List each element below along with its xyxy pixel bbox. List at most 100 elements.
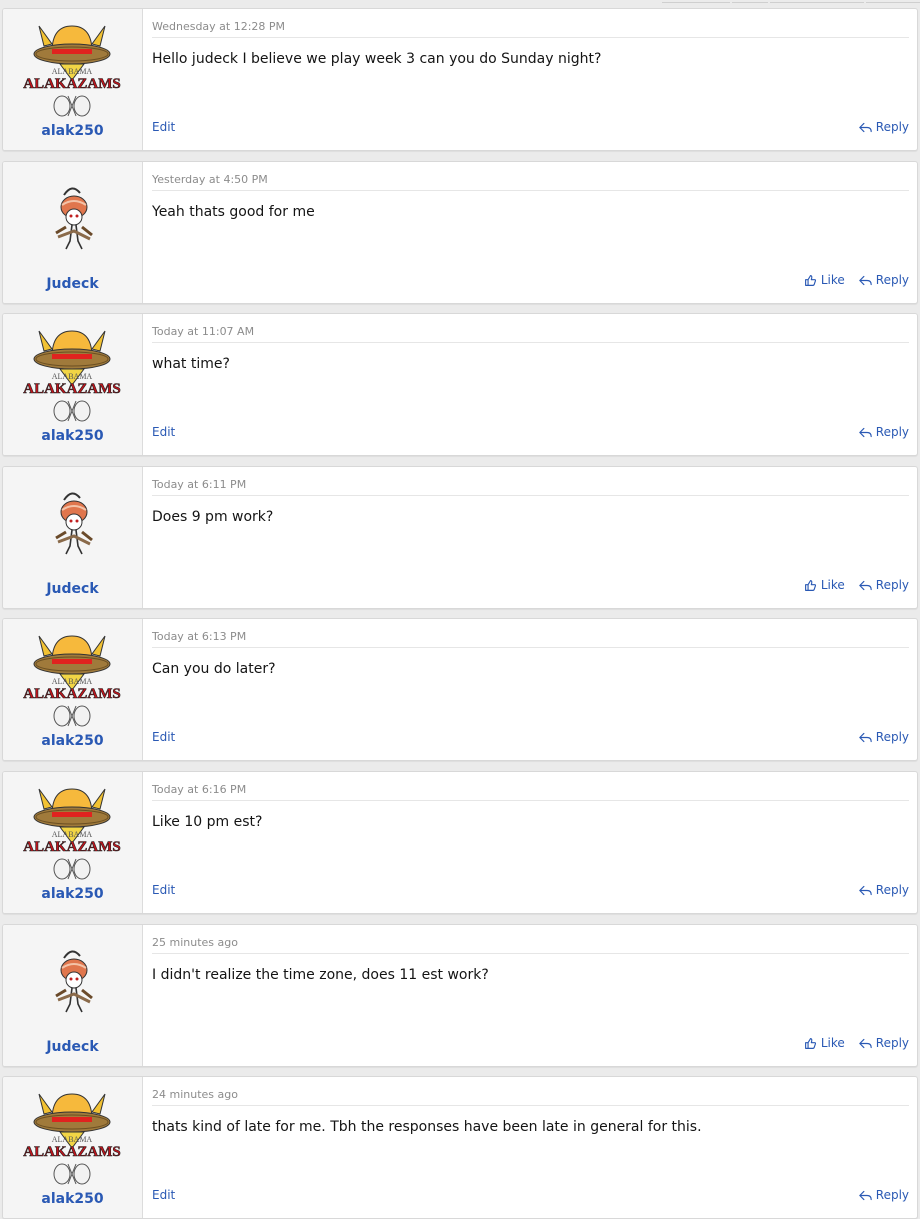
svg-text:ALABAMA: ALABAMA xyxy=(52,830,93,839)
post-timestamp[interactable]: Today at 11:07 AM xyxy=(152,325,254,338)
message-post: ALABAMA ALAKAZAMS alak250 Wednesday at 12… xyxy=(2,8,918,151)
like-label: Like xyxy=(820,1036,845,1050)
user-column: Judeck xyxy=(3,925,143,1066)
post-timestamp[interactable]: Today at 6:16 PM xyxy=(152,783,246,796)
reply-arrow-icon xyxy=(859,1038,872,1048)
character-avatar-icon xyxy=(55,187,93,250)
post-timestamp[interactable]: Today at 6:11 PM xyxy=(152,478,246,491)
top-strip-segment xyxy=(770,0,864,3)
svg-text:ALABAMA: ALABAMA xyxy=(52,1135,93,1144)
top-strip-segment xyxy=(866,0,920,3)
message-post: ALABAMA ALAKAZAMS alak250 Today at 6:16 P… xyxy=(2,771,918,914)
reply-button[interactable]: Reply xyxy=(859,273,909,287)
message-content: Today at 11:07 AM what time? Edit Reply xyxy=(152,314,909,455)
message-content: Yesterday at 4:50 PM Yeah thats good for … xyxy=(152,162,909,303)
avatar[interactable] xyxy=(22,169,122,273)
svg-text:ALABAMA: ALABAMA xyxy=(52,677,93,686)
user-column: ALABAMA ALAKAZAMS alak250 xyxy=(3,9,143,150)
like-button[interactable]: Like xyxy=(804,273,845,287)
message-content: Today at 6:13 PM Can you do later? Edit Re… xyxy=(152,619,909,760)
message-content: Today at 6:11 PM Does 9 pm work? Like Rep… xyxy=(152,467,909,608)
post-actions-right: Reply xyxy=(859,1188,909,1202)
svg-text:ALABAMA: ALABAMA xyxy=(52,67,93,76)
avatar[interactable] xyxy=(22,932,122,1036)
post-timestamp[interactable]: 25 minutes ago xyxy=(152,936,238,949)
thumbs-up-icon xyxy=(804,274,816,286)
post-actions-right: Like Reply xyxy=(804,273,909,287)
message-post: ALABAMA ALAKAZAMS alak250 24 minutes ago t… xyxy=(2,1076,918,1219)
header-divider xyxy=(152,953,909,954)
message-post: Judeck Yesterday at 4:50 PM Yeah thats goo… xyxy=(2,161,918,304)
post-timestamp[interactable]: Yesterday at 4:50 PM xyxy=(152,173,268,186)
message-body: Does 9 pm work? xyxy=(152,509,274,525)
reply-arrow-icon xyxy=(859,1190,872,1200)
reply-arrow-icon xyxy=(859,427,872,437)
reply-button[interactable]: Reply xyxy=(859,1188,909,1202)
reply-button[interactable]: Reply xyxy=(859,578,909,592)
username-link[interactable]: Judeck xyxy=(3,1039,142,1055)
avatar[interactable]: ALABAMA ALAKAZAMS xyxy=(22,1084,122,1188)
edit-button[interactable]: Edit xyxy=(152,120,175,134)
edit-button[interactable]: Edit xyxy=(152,1188,175,1202)
avatar[interactable]: ALABAMA ALAKAZAMS xyxy=(22,626,122,730)
post-actions: Edit Reply xyxy=(152,120,909,136)
like-button[interactable]: Like xyxy=(804,578,845,592)
header-divider xyxy=(152,37,909,38)
reply-button[interactable]: Reply xyxy=(859,883,909,897)
message-post: ALABAMA ALAKAZAMS alak250 Today at 11:07 … xyxy=(2,313,918,456)
avatar[interactable]: ALABAMA ALAKAZAMS xyxy=(22,321,122,425)
logo-wordmark: ALAKAZAMS xyxy=(23,76,121,92)
avatar[interactable]: ALABAMA ALAKAZAMS xyxy=(22,779,122,883)
reply-label: Reply xyxy=(875,883,909,897)
reply-arrow-icon xyxy=(859,732,872,742)
message-post: Judeck 25 minutes ago I didn't realize the… xyxy=(2,924,918,1067)
top-strip-segment xyxy=(732,0,768,3)
avatar[interactable]: ALABAMA ALAKAZAMS xyxy=(22,16,122,120)
header-divider xyxy=(152,647,909,648)
reply-button[interactable]: Reply xyxy=(859,425,909,439)
username-link[interactable]: Judeck xyxy=(3,276,142,292)
reply-label: Reply xyxy=(875,120,909,134)
like-button[interactable]: Like xyxy=(804,1036,845,1050)
svg-text:ALABAMA: ALABAMA xyxy=(52,372,93,381)
edit-button[interactable]: Edit xyxy=(152,730,175,744)
reply-button[interactable]: Reply xyxy=(859,1036,909,1050)
username-link[interactable]: Judeck xyxy=(3,581,142,597)
message-body: I didn't realize the time zone, does 11 … xyxy=(152,967,489,983)
header-divider xyxy=(152,190,909,191)
message-body: thats kind of late for me. Tbh the respo… xyxy=(152,1119,702,1135)
avatar[interactable] xyxy=(22,474,122,578)
post-timestamp[interactable]: Wednesday at 12:28 PM xyxy=(152,20,285,33)
post-actions: Like Reply xyxy=(152,578,909,594)
logo-wordmark: ALAKAZAMS xyxy=(23,381,121,397)
post-timestamp[interactable]: 24 minutes ago xyxy=(152,1088,238,1101)
message-body: Hello judeck I believe we play week 3 ca… xyxy=(152,51,602,67)
username-link[interactable]: alak250 xyxy=(3,123,142,139)
user-column: ALABAMA ALAKAZAMS alak250 xyxy=(3,1077,143,1218)
edit-button[interactable]: Edit xyxy=(152,883,175,897)
post-actions-right: Reply xyxy=(859,425,909,439)
username-link[interactable]: alak250 xyxy=(3,1191,142,1207)
user-column: ALABAMA ALAKAZAMS alak250 xyxy=(3,314,143,455)
user-column: ALABAMA ALAKAZAMS alak250 xyxy=(3,619,143,760)
post-actions: Like Reply xyxy=(152,1036,909,1052)
alakazams-logo-icon: ALABAMA ALAKAZAMS xyxy=(23,25,121,117)
username-link[interactable]: alak250 xyxy=(3,428,142,444)
message-body: Can you do later? xyxy=(152,661,276,677)
message-post: Judeck Today at 6:11 PM Does 9 pm work? Li… xyxy=(2,466,918,609)
header-divider xyxy=(152,342,909,343)
post-actions-right: Reply xyxy=(859,120,909,134)
reply-button[interactable]: Reply xyxy=(859,120,909,134)
username-link[interactable]: alak250 xyxy=(3,733,142,749)
username-link[interactable]: alak250 xyxy=(3,886,142,902)
reply-arrow-icon xyxy=(859,122,872,132)
message-body: Like 10 pm est? xyxy=(152,814,263,830)
character-avatar-icon xyxy=(55,492,93,555)
message-body: Yeah thats good for me xyxy=(152,204,315,220)
edit-button[interactable]: Edit xyxy=(152,425,175,439)
message-content: 24 minutes ago thats kind of late for me.… xyxy=(152,1077,909,1218)
reply-arrow-icon xyxy=(859,275,872,285)
message-content: Wednesday at 12:28 PM Hello judeck I beli… xyxy=(152,9,909,150)
reply-button[interactable]: Reply xyxy=(859,730,909,744)
post-timestamp[interactable]: Today at 6:13 PM xyxy=(152,630,246,643)
